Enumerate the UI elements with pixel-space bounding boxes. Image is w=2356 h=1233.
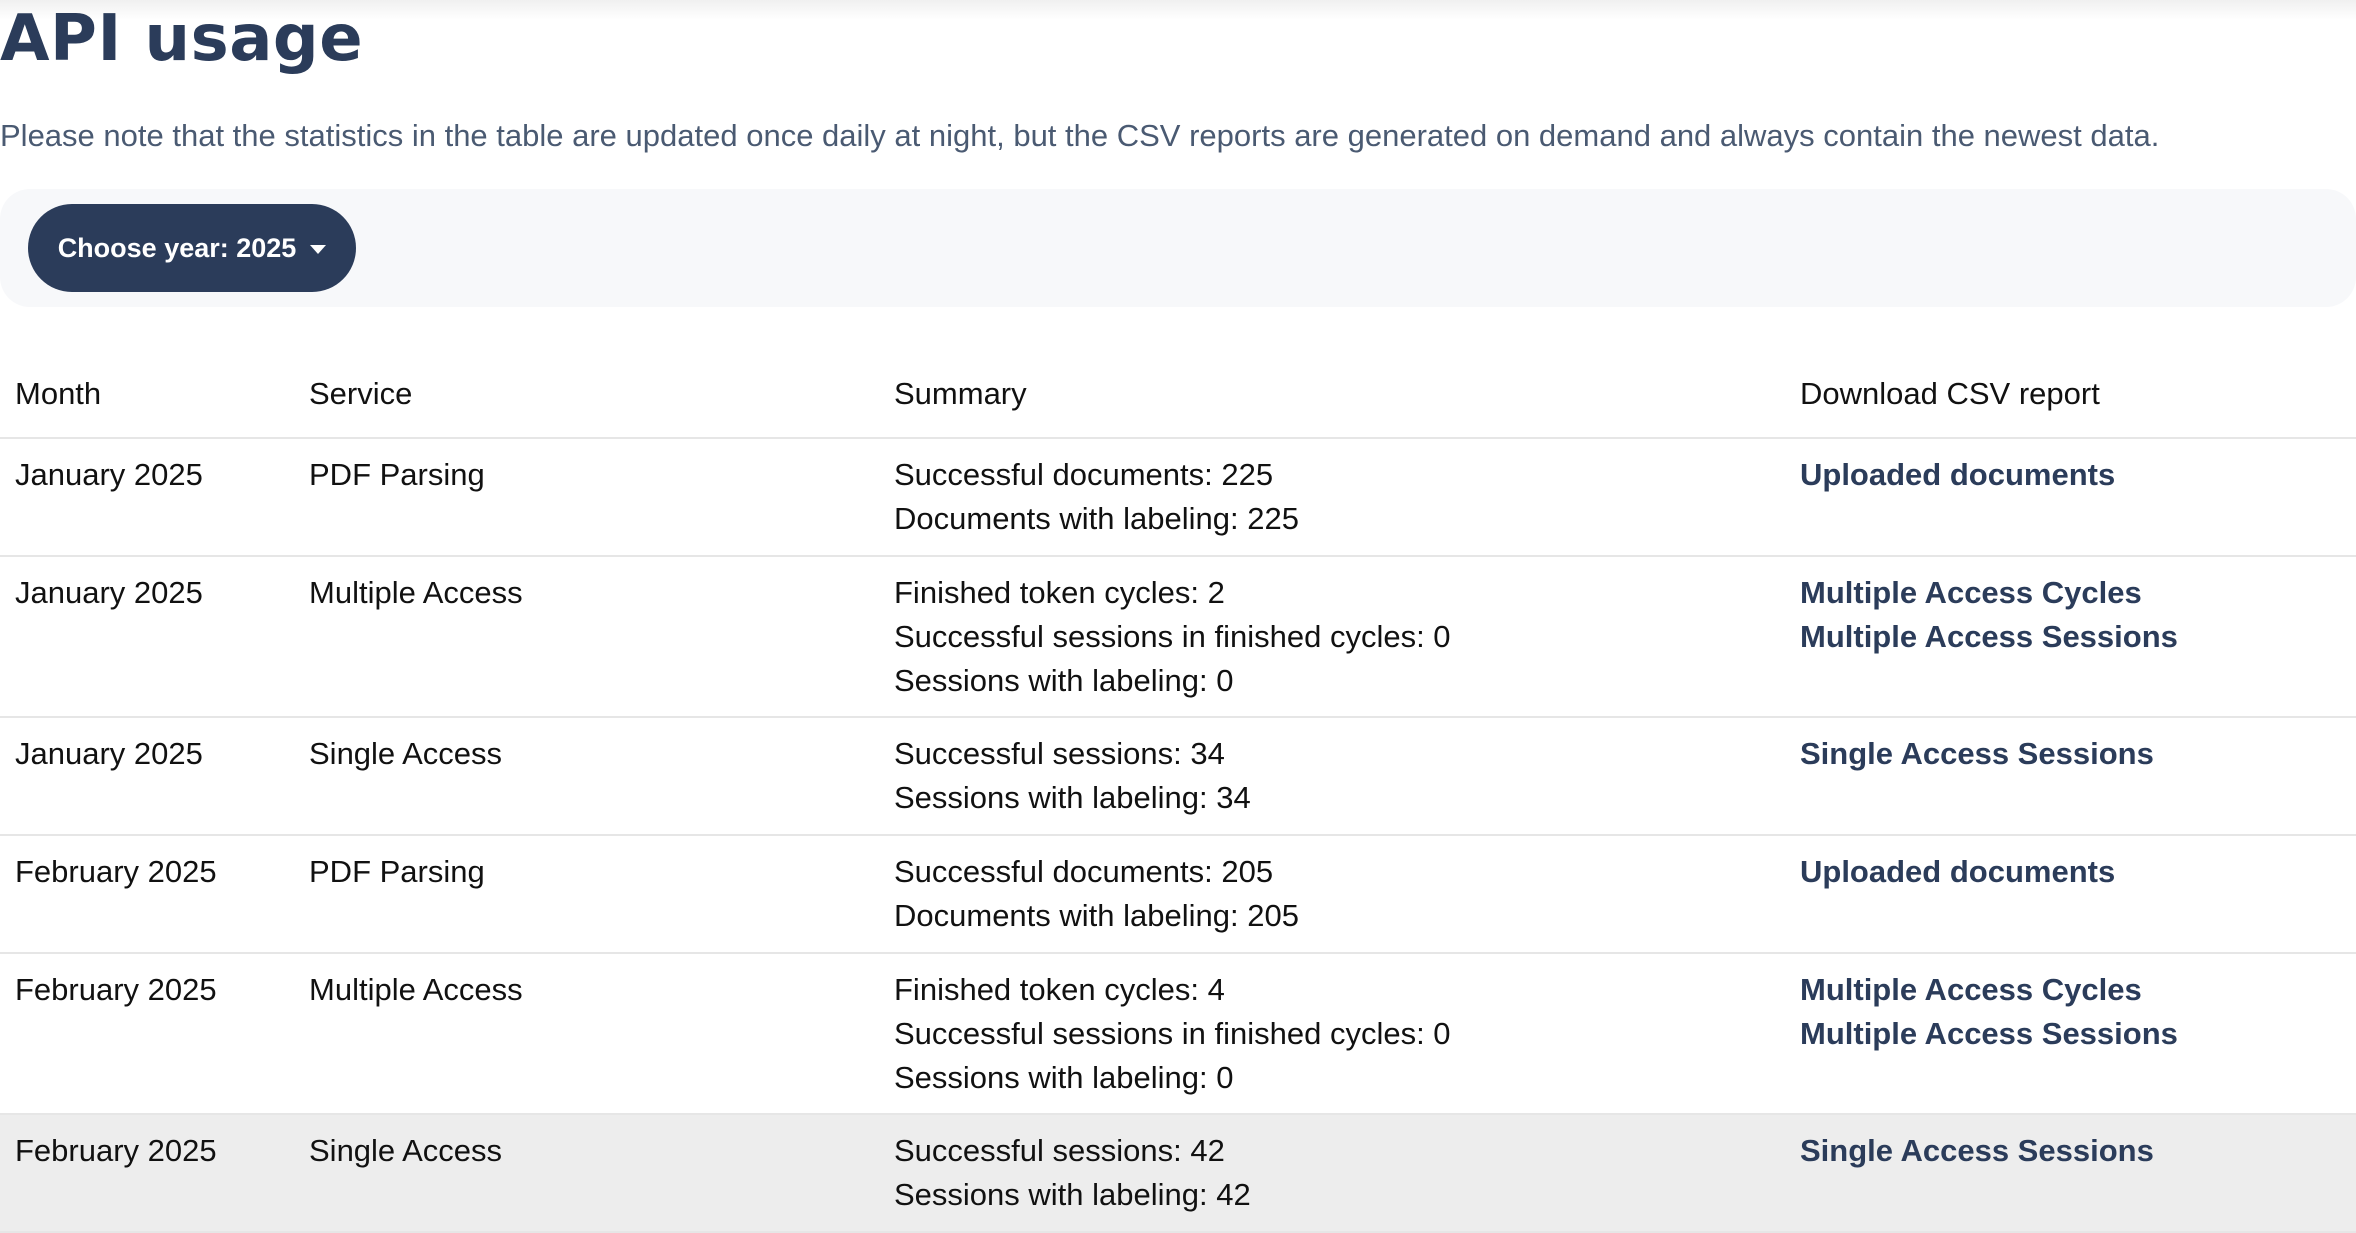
- header-service: Service: [294, 362, 879, 439]
- csv-link-multiple-access-cycles[interactable]: Multiple Access Cycles: [1800, 968, 2142, 1012]
- summary-line: Documents with labeling: 205: [894, 898, 1299, 933]
- csv-link-uploaded-documents[interactable]: Uploaded documents: [1800, 850, 2115, 894]
- summary-line: Successful sessions in finished cycles: …: [894, 619, 1451, 654]
- month-cell: February 2025: [0, 953, 294, 1115]
- table-row: January 2025 Multiple Access Finished to…: [0, 556, 2356, 718]
- summary-line: Documents with labeling: 225: [894, 501, 1299, 536]
- download-cell: Uploaded documents: [1785, 835, 2356, 954]
- caret-down-icon: [310, 244, 327, 254]
- summary-line: Successful documents: 205: [894, 854, 1274, 889]
- summary-cell: Successful sessions: 42 Sessions with la…: [879, 1114, 1785, 1233]
- table-header-row: Month Service Summary Download CSV repor…: [0, 362, 2356, 439]
- summary-cell: Finished token cycles: 2 Successful sess…: [879, 556, 1785, 718]
- page-title: API usage: [0, 2, 364, 76]
- header-summary: Summary: [879, 362, 1785, 439]
- choose-year-label: Choose year: 2025: [57, 232, 297, 263]
- table-row: January 2025 Single Access Successful se…: [0, 717, 2356, 836]
- service-cell: PDF Parsing: [294, 835, 879, 954]
- summary-line: Finished token cycles: 2: [894, 575, 1225, 610]
- choose-year-button[interactable]: Choose year: 2025: [28, 204, 356, 292]
- month-cell: January 2025: [0, 556, 294, 718]
- csv-link-multiple-access-sessions[interactable]: Multiple Access Sessions: [1800, 1012, 2178, 1056]
- service-cell: Single Access: [294, 717, 879, 836]
- download-cell: Uploaded documents: [1785, 438, 2356, 557]
- table-row: January 2025 PDF Parsing Successful docu…: [0, 438, 2356, 557]
- month-cell: January 2025: [0, 438, 294, 557]
- month-cell: February 2025: [0, 835, 294, 954]
- table-row: February 2025 Multiple Access Finished t…: [0, 953, 2356, 1115]
- update-note: Please note that the statistics in the t…: [0, 118, 2160, 153]
- download-cell: Multiple Access Cycles Multiple Access S…: [1785, 556, 2356, 718]
- month-cell: January 2025: [0, 717, 294, 836]
- service-cell: Single Access: [294, 1114, 879, 1233]
- summary-line: Successful sessions: 34: [894, 736, 1225, 771]
- service-cell: PDF Parsing: [294, 438, 879, 557]
- csv-link-uploaded-documents[interactable]: Uploaded documents: [1800, 453, 2115, 497]
- service-cell: Multiple Access: [294, 556, 879, 718]
- header-download: Download CSV report: [1785, 362, 2356, 439]
- summary-line: Successful documents: 225: [894, 457, 1274, 492]
- service-cell: Multiple Access: [294, 953, 879, 1115]
- summary-line: Sessions with labeling: 34: [894, 780, 1251, 815]
- download-cell: Multiple Access Cycles Multiple Access S…: [1785, 953, 2356, 1115]
- summary-line: Sessions with labeling: 0: [894, 1060, 1234, 1095]
- csv-link-multiple-access-cycles[interactable]: Multiple Access Cycles: [1800, 571, 2142, 615]
- summary-line: Successful sessions in finished cycles: …: [894, 1016, 1451, 1051]
- csv-link-single-access-sessions[interactable]: Single Access Sessions: [1800, 1129, 2154, 1173]
- summary-cell: Successful documents: 225 Documents with…: [879, 438, 1785, 557]
- download-cell: Single Access Sessions: [1785, 717, 2356, 836]
- api-usage-table: Month Service Summary Download CSV repor…: [0, 362, 2356, 1233]
- summary-line: Sessions with labeling: 42: [894, 1177, 1251, 1212]
- table-row-hovered: February 2025 Single Access Successful s…: [0, 1114, 2356, 1233]
- csv-link-single-access-sessions[interactable]: Single Access Sessions: [1800, 732, 2154, 776]
- filter-bar: Choose year: 2025: [0, 189, 2356, 307]
- summary-cell: Successful sessions: 34 Sessions with la…: [879, 717, 1785, 836]
- summary-line: Sessions with labeling: 0: [894, 663, 1234, 698]
- summary-cell: Finished token cycles: 4 Successful sess…: [879, 953, 1785, 1115]
- summary-cell: Successful documents: 205 Documents with…: [879, 835, 1785, 954]
- download-cell: Single Access Sessions: [1785, 1114, 2356, 1233]
- summary-line: Finished token cycles: 4: [894, 972, 1225, 1007]
- header-month: Month: [0, 362, 294, 439]
- summary-line: Successful sessions: 42: [894, 1133, 1225, 1168]
- table-row: February 2025 PDF Parsing Successful doc…: [0, 835, 2356, 954]
- csv-link-multiple-access-sessions[interactable]: Multiple Access Sessions: [1800, 615, 2178, 659]
- month-cell: February 2025: [0, 1114, 294, 1233]
